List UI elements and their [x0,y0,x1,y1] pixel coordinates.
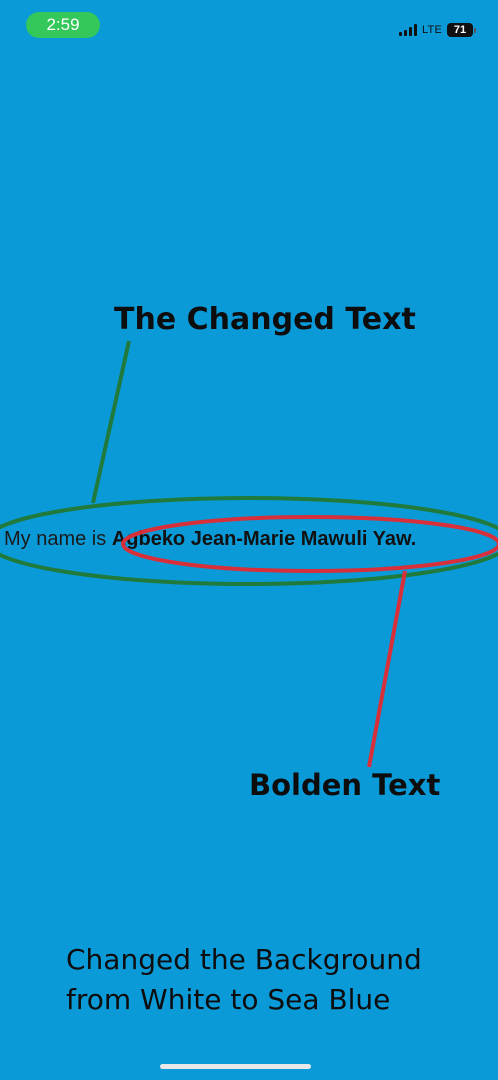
cellular-signal-icon [399,24,418,36]
green-pointer-line [91,340,131,504]
battery-level: 71 [447,23,473,37]
bolden-text-annotation: Bolden Text [249,768,441,802]
sentence-prefix: My name is [4,528,112,550]
status-bar: 2:59 LTE 71 [0,0,498,50]
name-sentence: My name is Agbeko Jean-Marie Mawuli Yaw. [4,528,416,551]
battery-icon: 71 [447,23,476,37]
network-type: LTE [422,24,442,36]
caption-line-2: from White to Sea Blue [66,983,391,1016]
status-time[interactable]: 2:59 [26,12,100,38]
changed-text-annotation: The Changed Text [114,302,416,337]
background-caption: Changed the Background from White to Sea… [66,940,466,1020]
red-pointer-line [367,570,407,768]
bold-name: Agbeko Jean-Marie Mawuli Yaw. [111,528,417,550]
caption-line-1: Changed the Background [66,943,422,976]
status-indicators: LTE 71 [399,20,476,40]
home-indicator[interactable] [160,1064,311,1069]
